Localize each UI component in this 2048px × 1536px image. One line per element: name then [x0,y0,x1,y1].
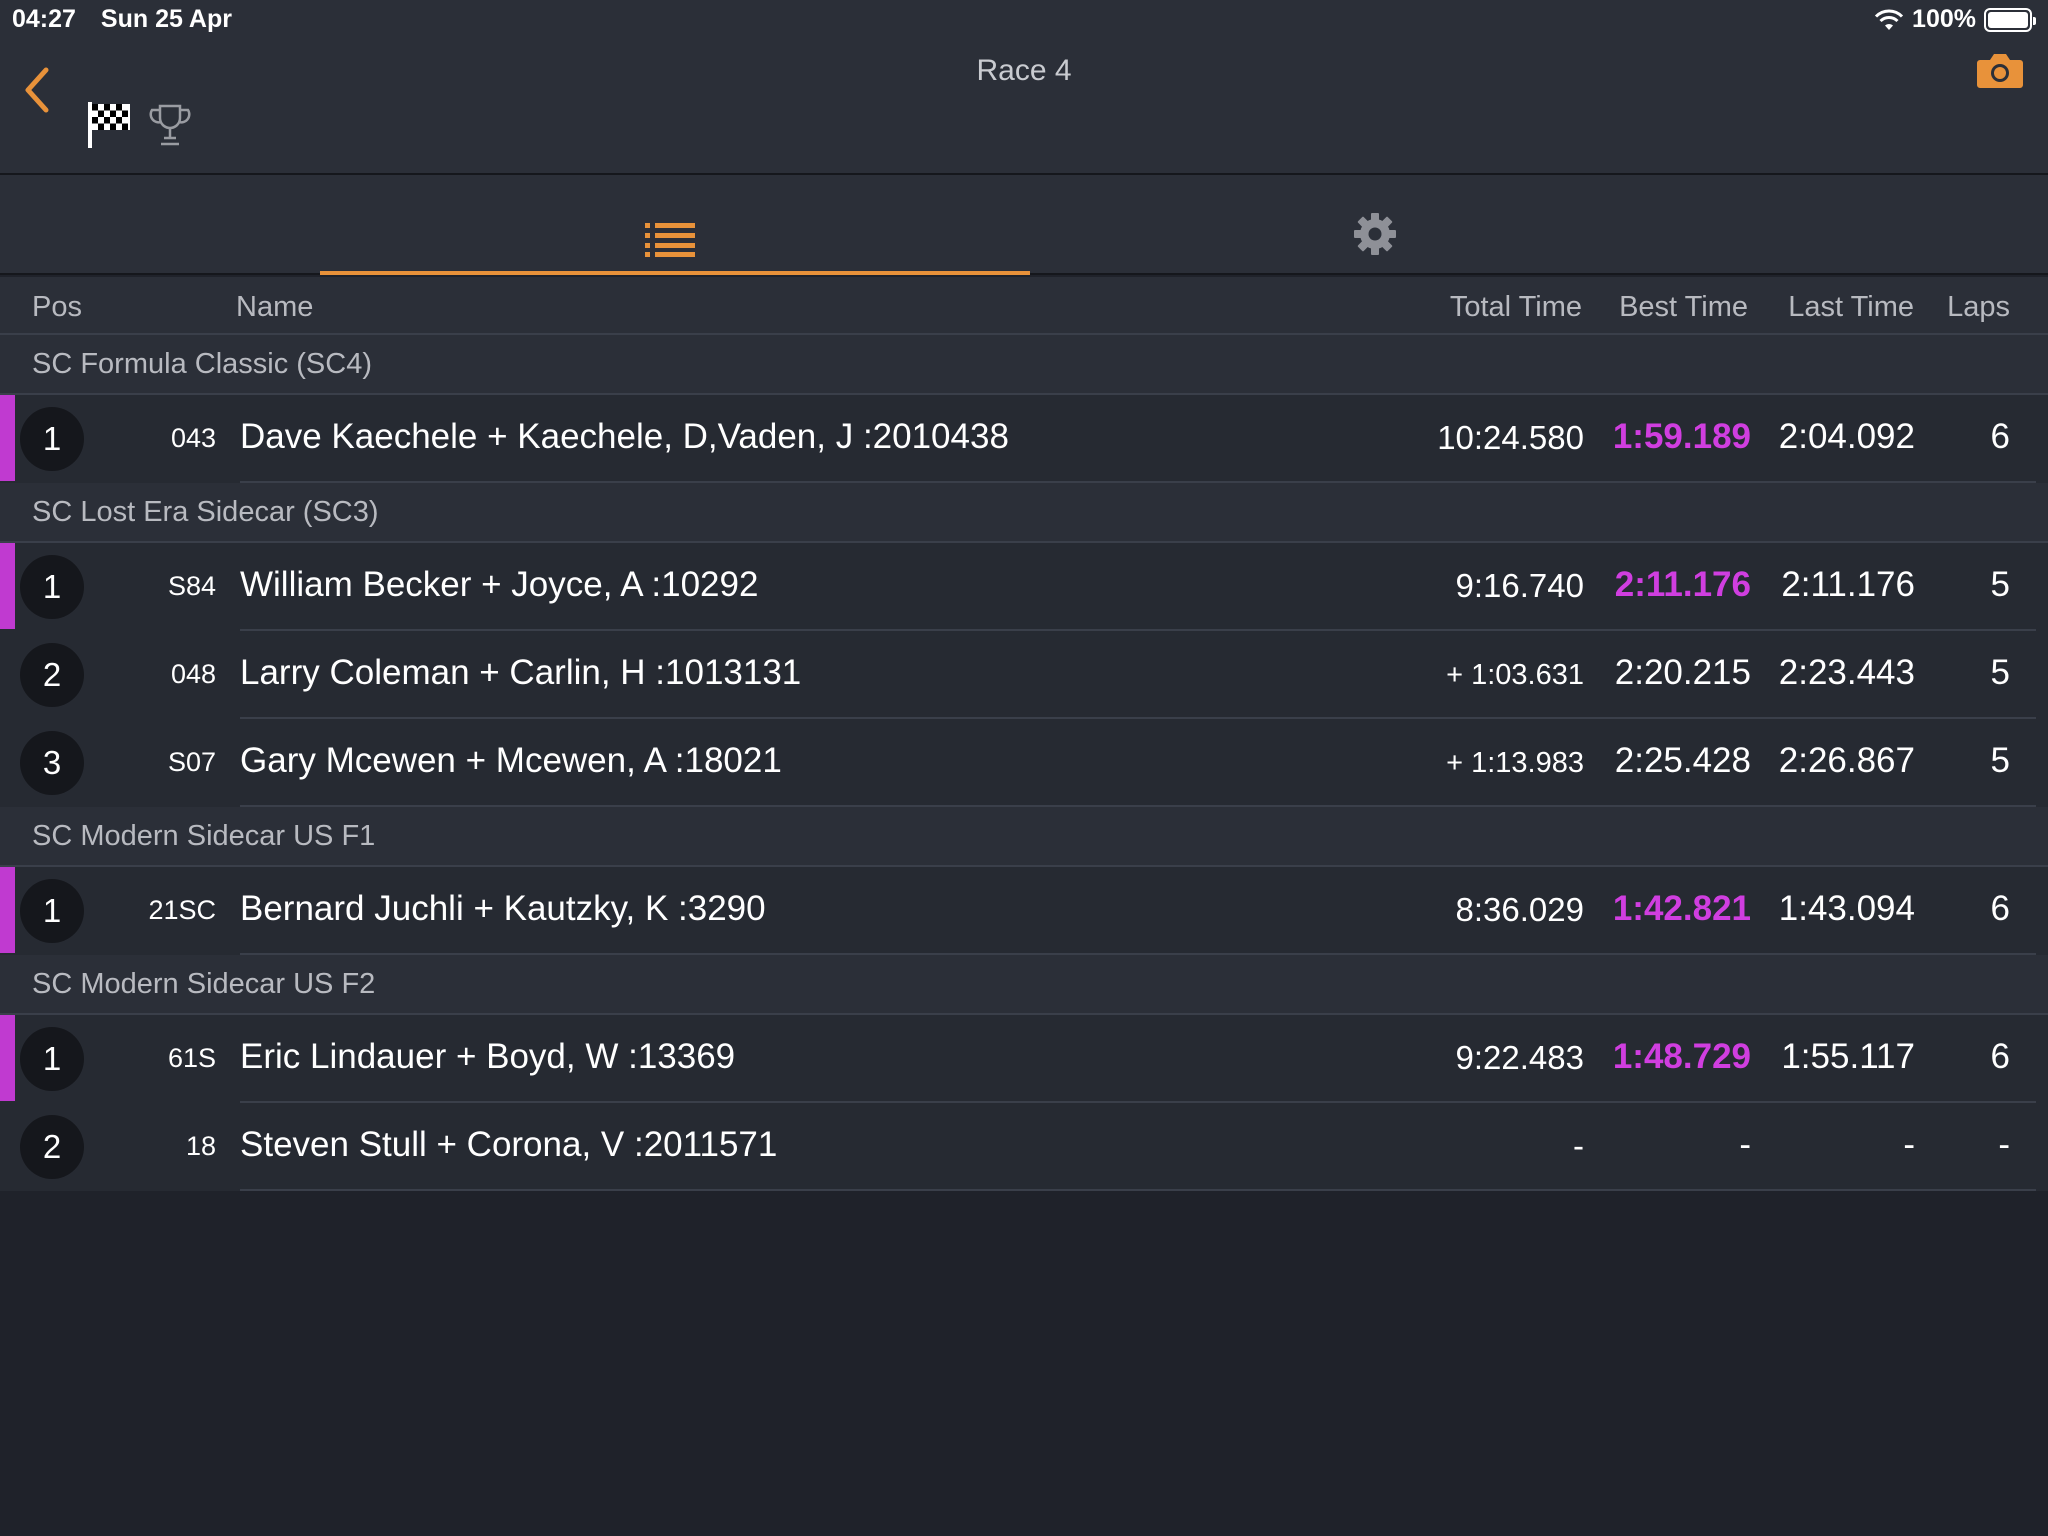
last-time: 1:55.117 [1781,1037,1915,1076]
lap-count: 6 [1990,417,2010,456]
result-row[interactable]: 2 048 Larry Coleman + Carlin, H :1013131 + … [0,631,2048,719]
total-time: 9:22.483 [1455,1039,1584,1076]
result-row[interactable]: 3 S07 Gary Mcewen + Mcewen, A :18021 + 1:13… [0,719,2048,807]
class-group-header: SC Lost Era Sidecar (SC3) [0,483,2048,543]
lap-count: 5 [1990,653,2010,692]
position-badge: 2 [20,1115,84,1179]
col-laps[interactable]: Laps [1947,291,2010,324]
result-row[interactable]: 1 043 Dave Kaechele + Kaechele, D,Vaden, J… [0,395,2048,483]
last-time: 2:23.443 [1778,653,1915,692]
result-row[interactable]: 2 18 Steven Stull + Corona, V :2011571 - - - - [0,1103,2048,1191]
class-group-header: SC Modern Sidecar US F2 [0,955,2048,1015]
total-time: + 1:13.983 [1446,747,1584,779]
competitor-name: Eric Lindauer + Boyd, W :13369 [240,1037,736,1076]
last-time: 1:43.094 [1778,889,1915,928]
list-icon [645,223,695,257]
last-time: - [1903,1125,1915,1164]
checkered-flag-icon[interactable] [86,100,132,150]
total-time: 9:16.740 [1455,567,1584,604]
camera-icon [1977,54,2023,88]
col-total-time[interactable]: Total Time [1450,291,1582,324]
class-group-header: SC Formula Classic (SC4) [0,335,2048,395]
lap-count: 6 [1990,889,2010,928]
competitor-number: 048 [170,659,216,689]
competitor-number: S07 [167,747,216,777]
page-title: Race 4 [976,54,1072,87]
best-time: 2:20.215 [1614,653,1751,692]
last-time: 2:04.092 [1778,417,1915,456]
best-time: 1:59.189 [1612,417,1751,456]
camera-button[interactable] [1976,50,2024,90]
total-time: 10:24.580 [1437,419,1584,456]
col-pos[interactable]: Pos [32,291,82,324]
col-name[interactable]: Name [236,291,313,324]
total-time: - [1573,1127,1584,1164]
position-badge: 2 [20,643,84,707]
competitor-number: S84 [167,571,216,601]
battery-icon [1984,7,2036,32]
best-time: - [1739,1125,1751,1164]
position-badge: 3 [20,731,84,795]
lap-count: 5 [1990,741,2010,780]
results-list: SC Formula Classic (SC4) 1 043 Dave Kaechel… [0,335,2048,1191]
result-row[interactable]: 1 21SC Bernard Juchli + Kautzky, K :3290 8:… [0,867,2048,955]
competitor-name: Larry Coleman + Carlin, H :1013131 [240,653,802,692]
competitor-name: Dave Kaechele + Kaechele, D,Vaden, J :20… [240,417,1009,456]
status-bar: 04:27 Sun 25 Apr 100% [0,0,2048,40]
lap-count: 5 [1990,565,2010,604]
position-badge: 1 [20,1027,84,1091]
total-time: 8:36.029 [1455,891,1584,928]
col-last-time[interactable]: Last Time [1788,291,1914,324]
status-date: Sun 25 Apr [100,5,232,33]
last-time: 2:11.176 [1781,565,1915,604]
total-time: + 1:03.631 [1446,659,1584,691]
competitor-name: Steven Stull + Corona, V :2011571 [240,1125,778,1164]
competitor-name: Bernard Juchli + Kautzky, K :3290 [240,889,766,928]
column-header: Pos Name Total Time Best Time Last Time … [0,277,2048,335]
status-left: 04:27 Sun 25 Apr [12,5,250,34]
trophy-icon[interactable] [148,102,192,148]
status-right: 100% [1874,5,2036,34]
competitor-number: 043 [170,423,216,453]
last-time: 2:26.867 [1778,741,1915,780]
result-row[interactable]: 1 61S Eric Lindauer + Boyd, W :13369 9:22.4… [0,1015,2048,1103]
tab-settings[interactable] [1030,175,1725,275]
lap-count: 6 [1990,1037,2010,1076]
tab-bar [0,175,2048,275]
best-time: 1:42.821 [1612,889,1751,928]
nav-bar: Race 4 [0,40,2048,175]
competitor-name: William Becker + Joyce, A :10292 [240,565,759,604]
best-time: 2:11.176 [1614,565,1751,604]
lap-count: - [1998,1125,2010,1164]
col-best-time[interactable]: Best Time [1619,291,1748,324]
tab-results-list[interactable] [320,175,1030,275]
gear-icon [1354,213,1396,255]
competitor-number: 21SC [148,895,216,925]
result-row[interactable]: 1 S84 William Becker + Joyce, A :10292 9:16… [0,543,2048,631]
position-badge: 1 [20,407,84,471]
status-time: 04:27 [12,5,76,33]
competitor-number: 61S [167,1043,216,1073]
class-group-header: SC Modern Sidecar US F1 [0,807,2048,867]
best-time: 1:48.729 [1612,1037,1751,1076]
competitor-number: 18 [185,1131,216,1161]
position-badge: 1 [20,555,84,619]
best-time: 2:25.428 [1614,741,1751,780]
competitor-name: Gary Mcewen + Mcewen, A :18021 [240,741,782,780]
battery-percent: 100% [1912,5,1976,33]
position-badge: 1 [20,879,84,943]
wifi-icon [1874,9,1904,30]
